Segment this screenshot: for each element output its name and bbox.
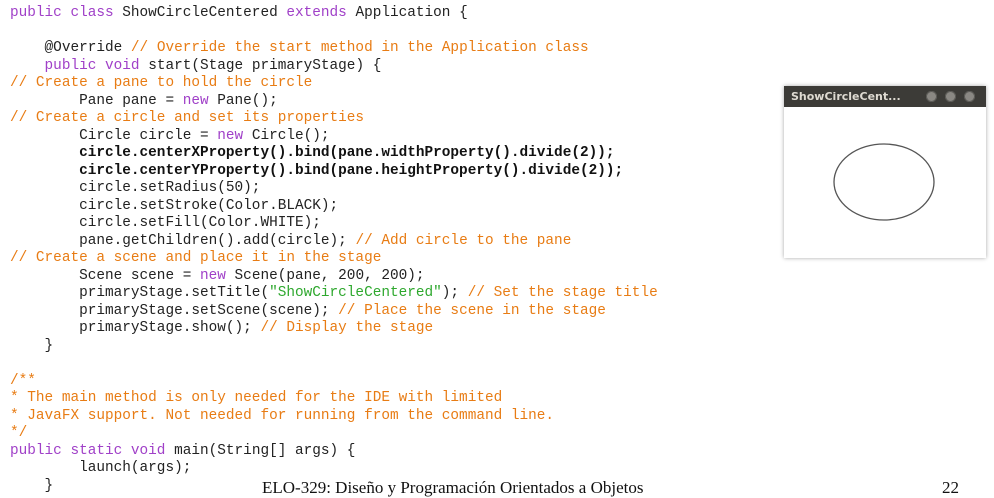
code-line: primaryStage.setTitle("ShowCircleCentere… — [10, 285, 658, 303]
code-token: // Create a pane to hold the circle — [10, 75, 313, 91]
code-line: * JavaFX support. Not needed for running… — [10, 408, 658, 426]
code-token: Circle(); — [251, 127, 330, 144]
code-line: Circle circle = new Circle(); — [10, 128, 658, 146]
code-token: primaryStage.show(); — [10, 320, 261, 336]
code-token: public void — [44, 57, 149, 74]
code-line: primaryStage.show(); // Display the stag… — [10, 320, 658, 338]
code-line: circle.setRadius(50); — [10, 180, 658, 198]
code-line: */ — [10, 425, 658, 443]
code-line: circle.centerYProperty().bind(pane.heigh… — [10, 163, 658, 181]
code-token: Scene(pane, 200, 200); — [234, 267, 425, 284]
code-token: new — [182, 92, 218, 109]
code-line: /** — [10, 373, 658, 391]
page-number: 22 — [942, 478, 959, 497]
code-line: Scene scene = new Scene(pane, 200, 200); — [10, 268, 658, 286]
code-line: public void start(Stage primaryStage) { — [10, 58, 658, 76]
code-line: pane.getChildren().add(circle); // Add c… — [10, 233, 658, 251]
code-token: primaryStage.setScene(scene); — [10, 302, 339, 319]
code-token: circle.setFill(Color.WHITE); — [10, 215, 321, 231]
code-token: circle.setStroke(Color.BLACK); — [10, 197, 339, 214]
code-token: circle.setRadius(50); — [10, 180, 261, 196]
window-title: ShowCircleCent... — [791, 90, 901, 103]
code-token: circle.centerYProperty().bind(pane.heigh… — [10, 162, 624, 179]
code-listing: public class ShowCircleCentered extends … — [10, 5, 658, 495]
code-line: // Create a scene and place it in the st… — [10, 250, 658, 268]
code-token: // Override the start method in the Appl… — [130, 40, 589, 56]
code-line: circle.setStroke(Color.BLACK); — [10, 198, 658, 216]
minimize-icon[interactable] — [926, 91, 937, 102]
code-token: // Display the stage — [260, 320, 434, 336]
code-token: new — [200, 267, 235, 284]
code-line: public class ShowCircleCentered extends … — [10, 5, 658, 23]
code-token: // Create a scene and place it in the st… — [10, 250, 382, 266]
code-line: Pane pane = new Pane(); — [10, 93, 658, 111]
code-line: // Create a circle and set its propertie… — [10, 110, 658, 128]
code-token: public static void — [10, 442, 175, 459]
code-token: } — [10, 337, 54, 354]
code-line: @Override // Override the start method i… — [10, 40, 658, 58]
code-token: ); — [441, 285, 468, 301]
code-token: pane.getChildren().add(circle); — [10, 232, 356, 249]
code-token: // Add circle to the pane — [355, 232, 572, 249]
code-token: Scene scene = — [10, 267, 200, 284]
centered-circle — [833, 143, 935, 221]
slide-footer: ELO-329: Diseño y Programación Orientado… — [262, 478, 644, 497]
code-token: Circle circle = — [10, 127, 218, 144]
javafx-window: ShowCircleCent... — [784, 86, 986, 258]
code-token: start(Stage primaryStage) { — [148, 57, 382, 74]
code-token: * The main method is only needed for the… — [10, 390, 503, 406]
code-token: * JavaFX support. Not needed for running… — [10, 407, 555, 424]
code-token: ShowCircleCentered — [122, 5, 287, 21]
code-token: main(String[] args) { — [174, 442, 356, 459]
close-icon[interactable] — [964, 91, 975, 102]
code-token: // Place the scene in the stage — [338, 302, 606, 319]
code-token: "ShowCircleCentered" — [269, 285, 442, 301]
code-token: new — [217, 127, 252, 144]
code-line: primaryStage.setScene(scene); // Place t… — [10, 303, 658, 321]
code-token: primaryStage.setTitle( — [10, 285, 270, 301]
code-token: launch(args); — [10, 460, 192, 476]
window-titlebar[interactable]: ShowCircleCent... — [784, 86, 986, 107]
code-token: */ — [10, 425, 28, 441]
code-token: /** — [10, 372, 36, 389]
code-line: // Create a pane to hold the circle — [10, 75, 658, 93]
code-token: circle.centerXProperty().bind(pane.width… — [10, 145, 615, 161]
code-line: * The main method is only needed for the… — [10, 390, 658, 408]
code-token: } — [10, 477, 54, 494]
code-token: Pane pane = — [10, 92, 183, 109]
code-line: launch(args); — [10, 460, 658, 478]
maximize-icon[interactable] — [945, 91, 956, 102]
code-line: circle.centerXProperty().bind(pane.width… — [10, 145, 658, 163]
code-line: circle.setFill(Color.WHITE); — [10, 215, 658, 233]
code-line: public static void main(String[] args) { — [10, 443, 658, 461]
code-token: Pane(); — [217, 92, 278, 109]
code-token: // Create a circle and set its propertie… — [10, 110, 365, 126]
code-token: @Override — [10, 40, 131, 56]
code-line: } — [10, 338, 658, 356]
code-token: // Set the stage title — [467, 285, 658, 301]
window-canvas — [833, 143, 935, 221]
code-token: Application { — [355, 5, 468, 21]
code-token: public class — [10, 5, 123, 21]
code-token: extends — [286, 5, 356, 21]
